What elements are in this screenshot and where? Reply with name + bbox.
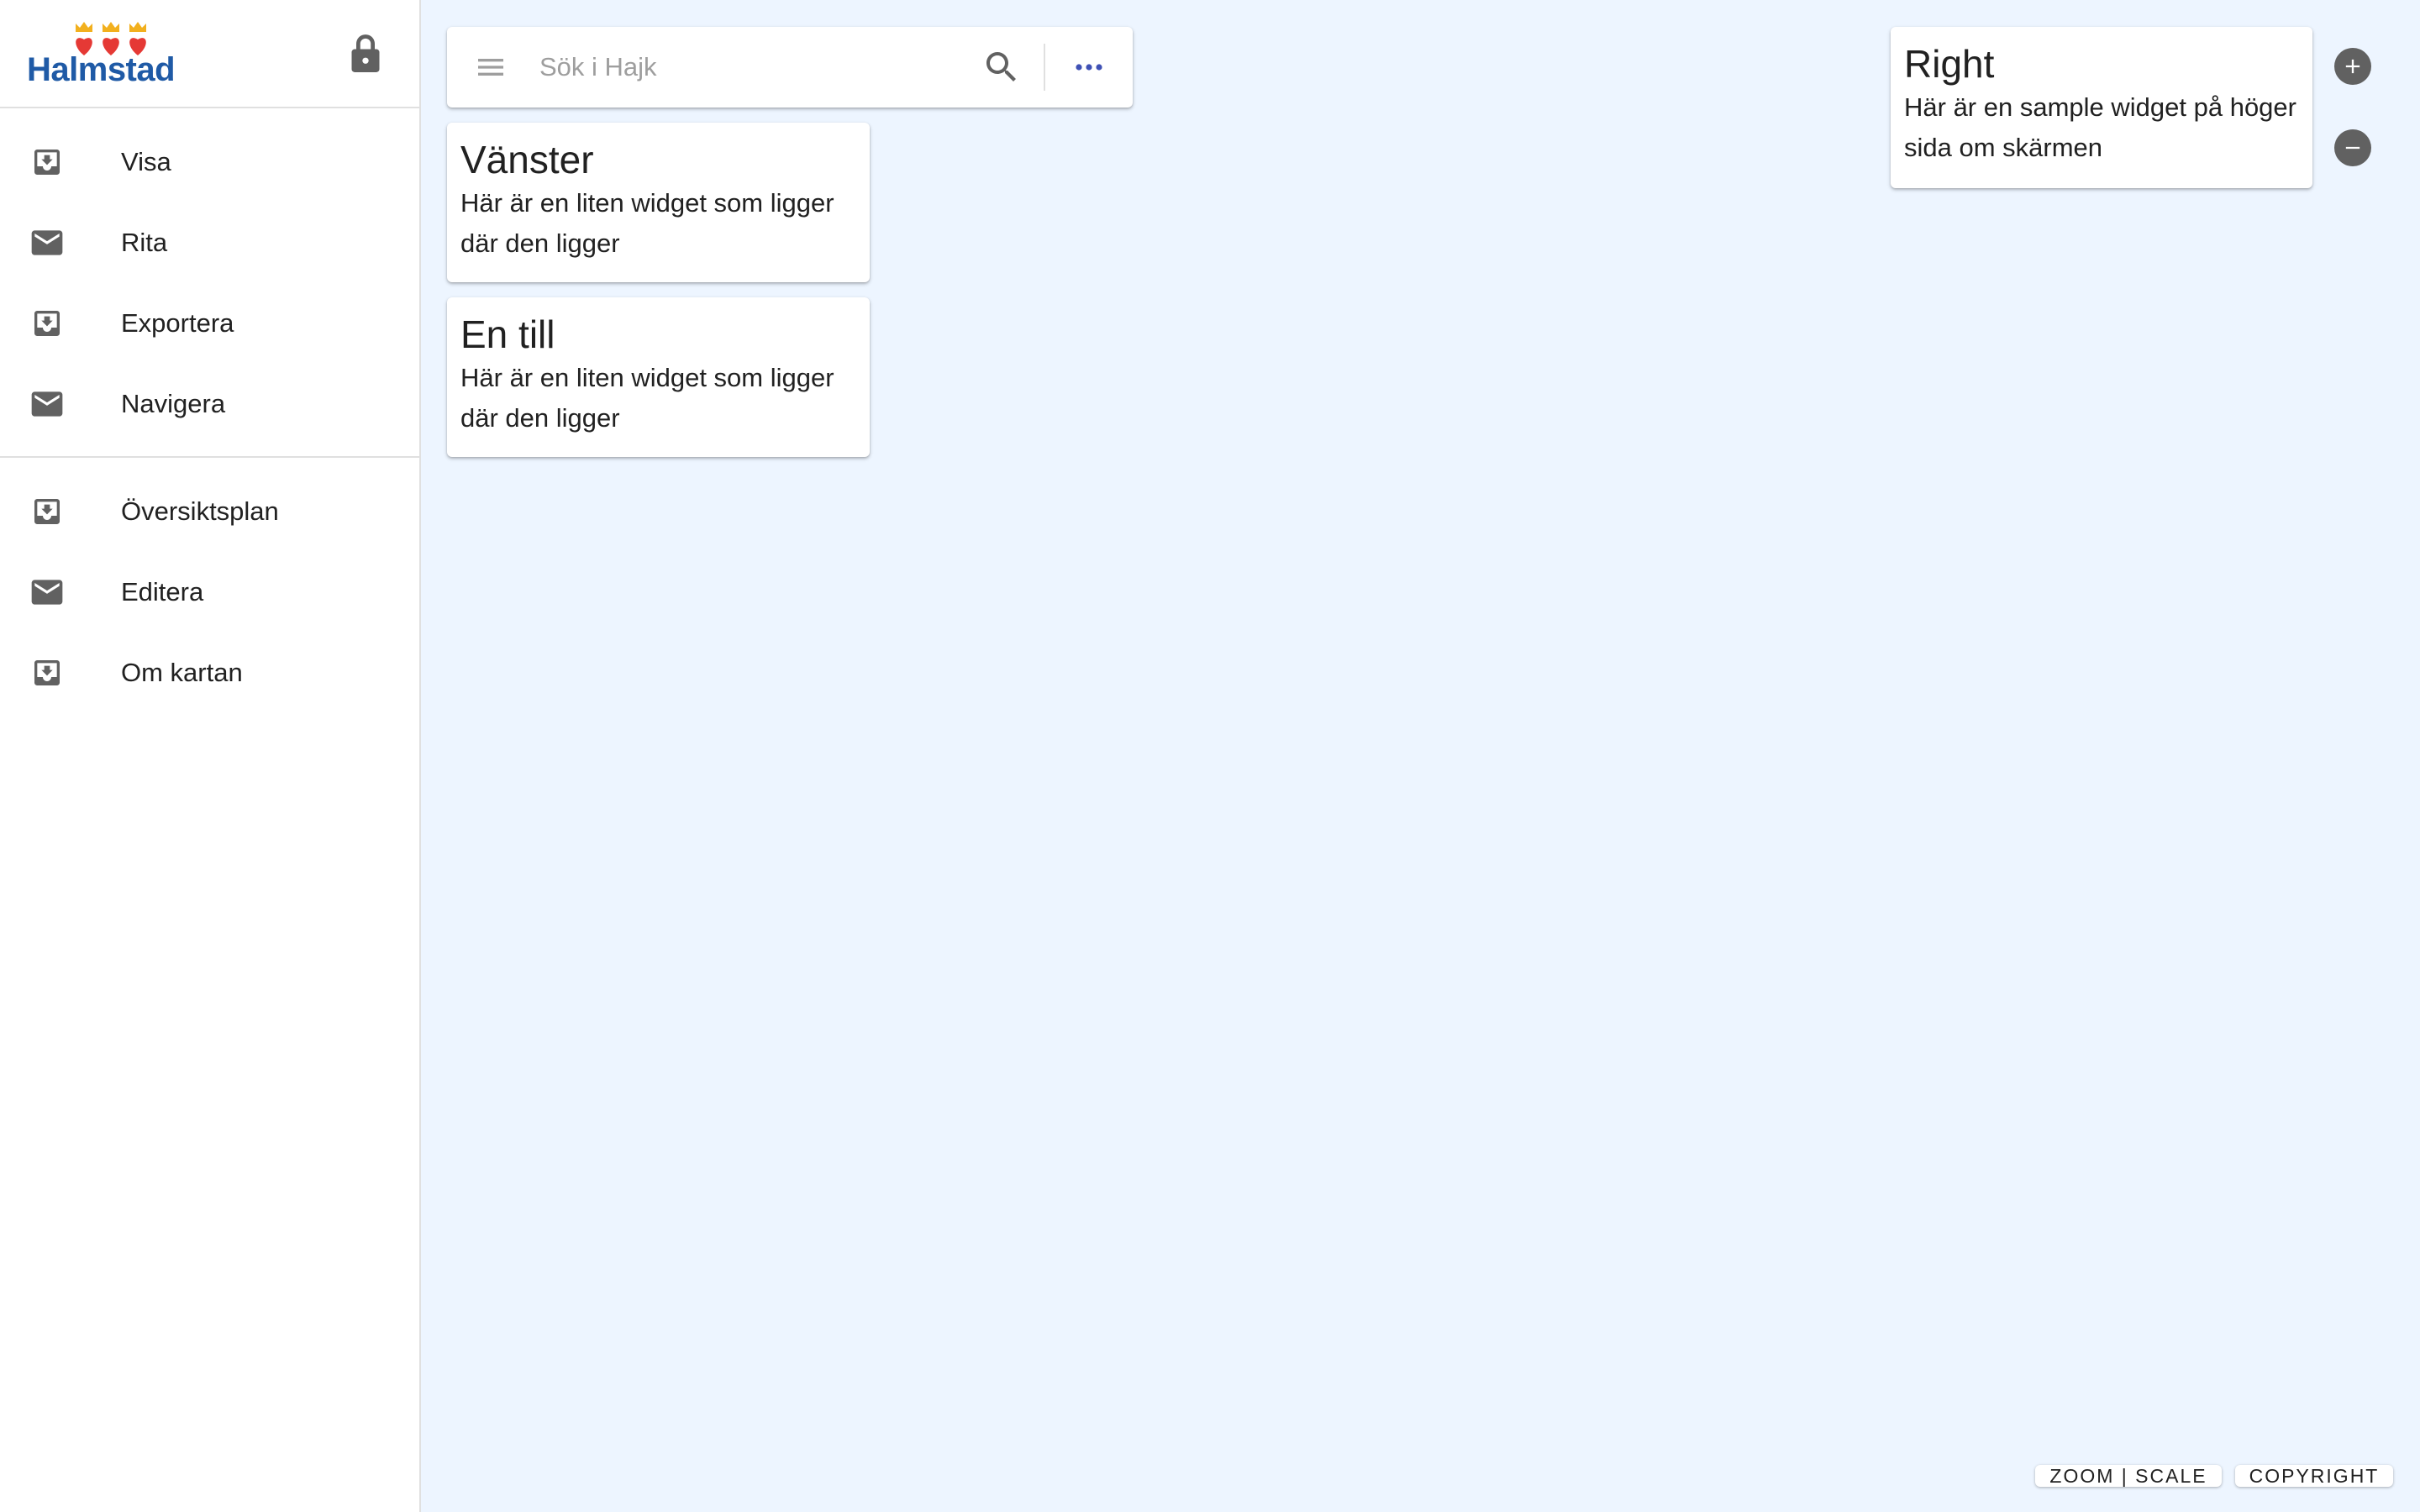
logo-text: Halmstad bbox=[27, 51, 176, 88]
hamburger-menu-icon[interactable] bbox=[472, 50, 509, 84]
lock-icon[interactable] bbox=[347, 32, 384, 76]
sidebar-item-label: Navigera bbox=[121, 389, 226, 418]
search-input[interactable] bbox=[539, 45, 909, 89]
sidebar-item-label: Om kartan bbox=[121, 658, 243, 687]
sidebar-item-exportera[interactable]: Exportera bbox=[0, 283, 419, 364]
sidebar-item-label: Visa bbox=[121, 147, 171, 176]
zoom-in-button[interactable] bbox=[2334, 48, 2371, 85]
mail-icon bbox=[29, 386, 66, 423]
sidebar-nav-group-2: Översiktsplan Editera Om kartan bbox=[0, 458, 419, 713]
plus-icon bbox=[2345, 59, 2360, 74]
sidebar-header: Halmstad bbox=[0, 0, 419, 108]
widget-en-till: En till Här är en liten widget som ligge… bbox=[447, 297, 870, 457]
move-to-inbox-icon bbox=[29, 654, 66, 691]
widget-title: En till bbox=[460, 312, 555, 356]
minus-icon bbox=[2345, 146, 2360, 150]
sidebar-item-rita[interactable]: Rita bbox=[0, 202, 419, 283]
sidebar-item-label: Rita bbox=[121, 228, 168, 257]
move-to-inbox-icon bbox=[29, 493, 66, 530]
sidebar-item-visa[interactable]: Visa bbox=[0, 122, 419, 202]
copyright-button[interactable]: COPYRIGHT bbox=[2235, 1465, 2393, 1487]
sidebar: Halmstad Visa Rita Exportera Navigera Öv… bbox=[0, 0, 421, 1512]
mail-icon bbox=[29, 574, 66, 611]
widget-body: Här är en liten widget som ligger där de… bbox=[460, 188, 834, 258]
more-horizontal-icon[interactable] bbox=[1069, 47, 1109, 87]
sidebar-item-label: Översiktsplan bbox=[121, 496, 279, 526]
sidebar-item-navigera[interactable]: Navigera bbox=[0, 364, 419, 444]
move-to-inbox-icon bbox=[29, 144, 66, 181]
widget-body: Här är en sample widget på höger sida om… bbox=[1904, 92, 2296, 162]
move-to-inbox-icon bbox=[29, 305, 66, 342]
sidebar-item-label: Editera bbox=[121, 577, 204, 606]
widget-right: Right Här är en sample widget på höger s… bbox=[1891, 27, 2312, 188]
sidebar-nav-group-1: Visa Rita Exportera Navigera bbox=[0, 108, 419, 444]
search-bar bbox=[447, 27, 1133, 108]
sidebar-item-om-kartan[interactable]: Om kartan bbox=[0, 633, 419, 713]
sidebar-item-oversiktsplan[interactable]: Översiktsplan bbox=[0, 471, 419, 552]
zoom-out-button[interactable] bbox=[2334, 129, 2371, 166]
sidebar-item-label: Exportera bbox=[121, 308, 234, 338]
search-divider bbox=[1044, 44, 1045, 91]
search-icon[interactable] bbox=[981, 47, 1022, 87]
zoom-scale-button[interactable]: ZOOM | SCALE bbox=[2035, 1465, 2222, 1487]
mail-icon bbox=[29, 224, 66, 261]
widget-title: Vänster bbox=[460, 138, 594, 181]
sidebar-item-editera[interactable]: Editera bbox=[0, 552, 419, 633]
widget-vanster: Vänster Här är en liten widget som ligge… bbox=[447, 123, 870, 282]
widget-title: Right bbox=[1904, 42, 1995, 86]
halmstad-logo: Halmstad bbox=[27, 20, 178, 89]
widget-body: Här är en liten widget som ligger där de… bbox=[460, 363, 834, 433]
